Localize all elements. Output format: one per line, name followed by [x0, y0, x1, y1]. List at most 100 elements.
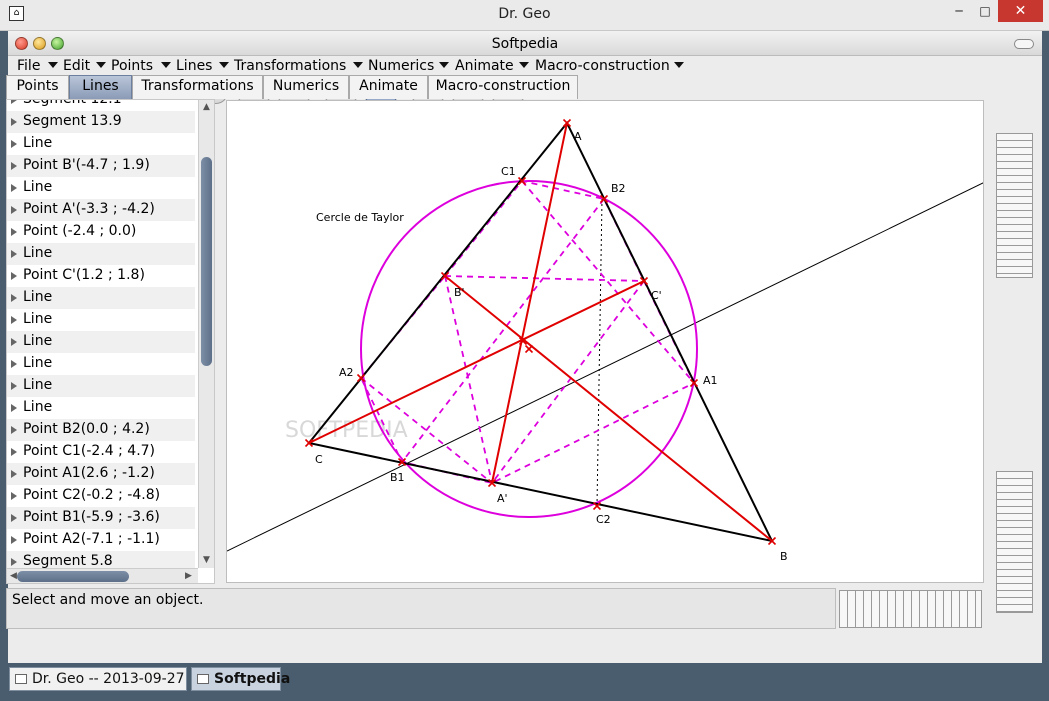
tree-item[interactable]: Point A1(2.6 ; -1.2) [7, 463, 195, 485]
expand-arrow-icon[interactable] [11, 360, 17, 368]
dashed-line[interactable] [444, 275, 645, 282]
tree-item-label: Line [23, 289, 53, 305]
taskbar-item-softpedia[interactable]: Softpedia [191, 667, 290, 691]
window-icon [197, 674, 209, 684]
chevron-down-icon[interactable] [353, 62, 363, 68]
toolbar-toggle-button[interactable] [1014, 39, 1034, 49]
vertical-wheel-top[interactable] [996, 133, 1033, 278]
dotted-line[interactable] [596, 198, 603, 507]
tree-item[interactable]: Line [7, 243, 195, 265]
menu-macro-construction[interactable]: Macro-construction [535, 58, 670, 74]
point-label-c2: C2 [596, 513, 611, 526]
tree-item[interactable]: Line [7, 287, 195, 309]
watermark-text: SOFTPEDIA [285, 418, 408, 443]
tree-item-label: Line [23, 377, 53, 393]
tab-lines[interactable]: Lines [69, 75, 132, 99]
tab-transformations[interactable]: Transformations [132, 75, 263, 99]
expand-arrow-icon[interactable] [11, 448, 17, 456]
menu-animate[interactable]: Animate [455, 58, 514, 74]
scroll-right-icon[interactable]: ▶ [185, 571, 192, 581]
expand-arrow-icon[interactable] [11, 294, 17, 302]
taskbar-item-drgeo[interactable]: Dr. Geo -- 2013-09-27 [9, 667, 187, 691]
scroll-thumb[interactable] [201, 157, 212, 366]
scroll-left-icon[interactable]: ◀ [10, 571, 17, 581]
expand-arrow-icon[interactable] [11, 206, 17, 214]
point-marker[interactable] [524, 344, 534, 354]
tree-item[interactable]: Point C2(-0.2 ; -4.8) [7, 485, 195, 507]
tree-item[interactable]: Point A2(-7.1 ; -1.1) [7, 529, 195, 551]
chevron-down-icon[interactable] [161, 62, 171, 68]
chevron-down-icon[interactable] [674, 62, 684, 68]
scroll-up-icon[interactable]: ▲ [203, 102, 210, 112]
expand-arrow-icon[interactable] [11, 118, 17, 126]
tree-item[interactable]: Point B1(-5.9 ; -3.6) [7, 507, 195, 529]
scroll-thumb[interactable] [17, 571, 129, 582]
tree-item[interactable]: Segment 12.1 [7, 100, 195, 111]
expand-arrow-icon[interactable] [11, 228, 17, 236]
minimize-button[interactable]: ─ [946, 0, 972, 22]
expand-arrow-icon[interactable] [11, 558, 17, 566]
tab-points[interactable]: Points [6, 75, 69, 99]
tree-item[interactable]: Line [7, 331, 195, 353]
menu-numerics[interactable]: Numerics [368, 58, 434, 74]
chevron-down-icon[interactable] [96, 62, 106, 68]
tree-item[interactable]: Line [7, 353, 195, 375]
altitude-b[interactable] [444, 275, 773, 542]
chevron-down-icon[interactable] [519, 62, 529, 68]
vertical-scrollbar[interactable]: ▲ ▼ [198, 100, 214, 568]
tree-item[interactable]: Point B'(-4.7 ; 1.9) [7, 155, 195, 177]
expand-arrow-icon[interactable] [11, 250, 17, 258]
expand-arrow-icon[interactable] [11, 162, 17, 170]
tab-macro-construction[interactable]: Macro-construction [428, 75, 578, 99]
tree-item[interactable]: Point B2(0.0 ; 4.2) [7, 419, 195, 441]
tree-item-label: Line [23, 179, 53, 195]
menu-file[interactable]: File [17, 58, 40, 74]
chevron-down-icon[interactable] [48, 62, 58, 68]
chevron-down-icon[interactable] [219, 62, 229, 68]
vertical-wheel-bottom[interactable] [996, 471, 1033, 613]
dashed-line[interactable] [491, 280, 645, 484]
scroll-down-icon[interactable]: ▼ [203, 555, 210, 565]
tree-item[interactable]: Line [7, 397, 195, 419]
dashed-line[interactable] [444, 275, 493, 484]
expand-arrow-icon[interactable] [11, 536, 17, 544]
expand-arrow-icon[interactable] [11, 426, 17, 434]
tree-item[interactable]: Point (-2.4 ; 0.0) [7, 221, 195, 243]
tree-item[interactable]: Line [7, 309, 195, 331]
expand-arrow-icon[interactable] [11, 140, 17, 148]
expand-arrow-icon[interactable] [11, 492, 17, 500]
expand-arrow-icon[interactable] [11, 514, 17, 522]
horizontal-scrollbar[interactable]: ◀ ▶ [7, 568, 198, 583]
expand-arrow-icon[interactable] [11, 470, 17, 478]
tab-animate[interactable]: Animate [349, 75, 428, 99]
expand-arrow-icon[interactable] [11, 382, 17, 390]
tree-item[interactable]: Point C'(1.2 ; 1.8) [7, 265, 195, 287]
close-button[interactable]: ✕ [998, 0, 1043, 22]
expand-arrow-icon[interactable] [11, 100, 17, 104]
menu-transformations[interactable]: Transformations [234, 58, 346, 74]
status-bar: Select and move an object. [6, 588, 836, 629]
tree-item-label: Point B1(-5.9 ; -3.6) [23, 509, 160, 525]
tree-item[interactable]: Line [7, 177, 195, 199]
tree-item[interactable]: Line [7, 133, 195, 155]
tab-numerics[interactable]: Numerics [263, 75, 349, 99]
expand-arrow-icon[interactable] [11, 184, 17, 192]
tree-item[interactable]: Point C1(-2.4 ; 4.7) [7, 441, 195, 463]
dashed-line[interactable] [401, 198, 605, 463]
tree-item[interactable]: Point A'(-3.3 ; -4.2) [7, 199, 195, 221]
menu-lines[interactable]: Lines [176, 58, 212, 74]
menu-points[interactable]: Points [111, 58, 153, 74]
expand-arrow-icon[interactable] [11, 338, 17, 346]
menu-edit[interactable]: Edit [63, 58, 90, 74]
app-window-title: Softpedia [491, 36, 559, 52]
tab-bar: Points Lines Transformations Numerics An… [6, 75, 606, 99]
maximize-button[interactable]: □ [972, 0, 998, 22]
horizontal-wheel[interactable] [839, 590, 982, 628]
chevron-down-icon[interactable] [439, 62, 449, 68]
expand-arrow-icon[interactable] [11, 272, 17, 280]
geometry-canvas[interactable]: SOFTPEDIA Cercle de Taylor A B C A1 A2 B… [226, 100, 984, 583]
tree-item[interactable]: Segment 13.9 [7, 111, 195, 133]
tree-item[interactable]: Line [7, 375, 195, 397]
expand-arrow-icon[interactable] [11, 316, 17, 324]
expand-arrow-icon[interactable] [11, 404, 17, 412]
